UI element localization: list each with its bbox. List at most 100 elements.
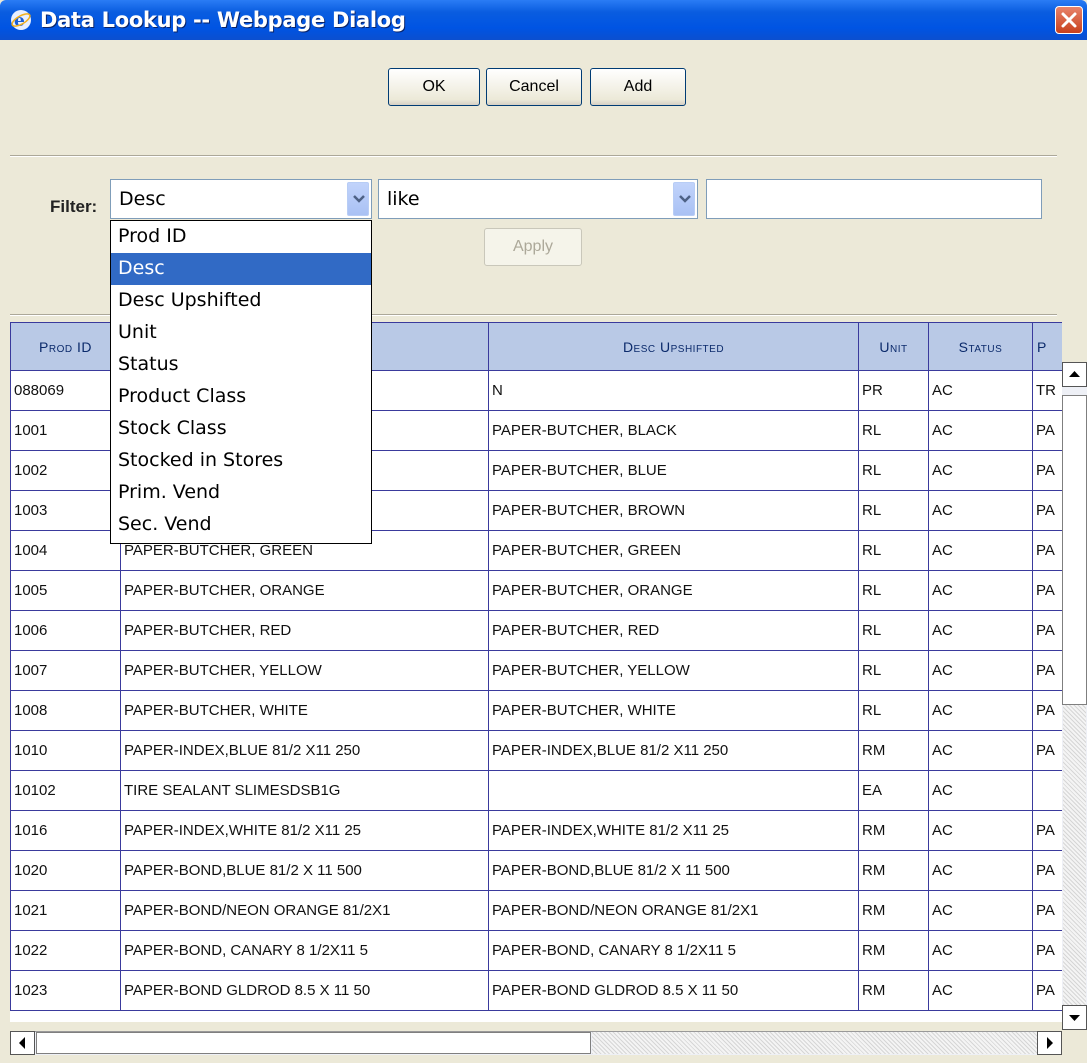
table-row[interactable]: 1010 PAPER-INDEX,BLUE 81/2 X11 250 PAPER-I… — [10, 730, 1062, 771]
desc-upshifted-cell: PAPER-BOND,BLUE 81/2 X 11 500 — [488, 850, 859, 891]
filter-operator-value: like — [387, 188, 420, 210]
apply-button[interactable]: Apply — [484, 228, 582, 266]
status-cell: AC — [928, 770, 1033, 811]
desc-upshifted-cell: PAPER-INDEX,WHITE 81/2 X11 25 — [488, 810, 859, 851]
table-row[interactable]: 1020 PAPER-BOND,BLUE 81/2 X 11 500 PAPER-B… — [10, 850, 1062, 891]
table-row[interactable]: 1006 PAPER-BUTCHER, RED PAPER-BUTCHER, RED… — [10, 610, 1062, 651]
status-cell: AC — [928, 610, 1033, 651]
filter-value-input[interactable] — [706, 179, 1042, 219]
desc-upshifted-cell — [488, 770, 859, 811]
dropdown-option-status[interactable]: Status — [111, 349, 371, 381]
product-class-cell: PA — [1032, 570, 1062, 611]
unit-cell: RL — [858, 450, 929, 491]
scroll-down-button[interactable] — [1062, 1005, 1087, 1030]
table-row[interactable]: 1023 PAPER-BOND GLDROD 8.5 X 11 50 PAPER-B… — [10, 970, 1062, 1011]
prod-id-cell: 1006 — [10, 610, 121, 651]
desc-upshifted-cell: PAPER-BOND/NEON ORANGE 81/2X1 — [488, 890, 859, 931]
filter-field-dropdown[interactable]: Prod ID Desc Desc Upshifted Unit Status … — [110, 220, 372, 544]
arrow-right-icon — [1047, 1037, 1053, 1049]
dropdown-option-prod-id[interactable]: Prod ID — [111, 221, 371, 253]
desc-cell: PAPER-BUTCHER, WHITE — [120, 690, 489, 731]
dropdown-option-stock-class[interactable]: Stock Class — [111, 413, 371, 445]
filter-field-select[interactable]: Desc — [110, 179, 372, 219]
scroll-left-button[interactable] — [10, 1031, 35, 1055]
scroll-right-button[interactable] — [1037, 1031, 1062, 1055]
status-cell: AC — [928, 930, 1033, 971]
ok-button[interactable]: OK — [388, 68, 480, 106]
desc-upshifted-cell: PAPER-BUTCHER, YELLOW — [488, 650, 859, 691]
horizontal-scroll-thumb[interactable] — [36, 1032, 591, 1054]
prod-id-cell: 1016 — [10, 810, 121, 851]
window-title: Data Lookup -- Webpage Dialog — [40, 8, 406, 32]
unit-cell: RL — [858, 610, 929, 651]
column-header-prod-id[interactable]: Prod ID — [10, 322, 121, 371]
table-row[interactable]: 1005 PAPER-BUTCHER, ORANGE PAPER-BUTCHER, … — [10, 570, 1062, 611]
table-row[interactable]: 1008 PAPER-BUTCHER, WHITE PAPER-BUTCHER, W… — [10, 690, 1062, 731]
divider-top — [10, 155, 1057, 157]
column-header-desc-upshifted[interactable]: Desc Upshifted — [488, 322, 859, 371]
cancel-button[interactable]: Cancel — [486, 68, 582, 106]
desc-upshifted-cell: PAPER-INDEX,BLUE 81/2 X11 250 — [488, 730, 859, 771]
status-cell: AC — [928, 370, 1033, 411]
table-row[interactable]: 1007 PAPER-BUTCHER, YELLOW PAPER-BUTCHER, … — [10, 650, 1062, 691]
add-button[interactable]: Add — [590, 68, 686, 106]
product-class-cell: PA — [1032, 530, 1062, 571]
table-row[interactable]: 1016 PAPER-INDEX,WHITE 81/2 X11 25 PAPER-I… — [10, 810, 1062, 851]
desc-cell: PAPER-INDEX,BLUE 81/2 X11 250 — [120, 730, 489, 771]
desc-cell: PAPER-BUTCHER, RED — [120, 610, 489, 651]
prod-id-cell: 1007 — [10, 650, 121, 691]
desc-upshifted-cell: PAPER-BOND, CANARY 8 1/2X11 5 — [488, 930, 859, 971]
dropdown-option-desc[interactable]: Desc — [111, 253, 371, 285]
horizontal-scroll-track[interactable] — [592, 1032, 1037, 1054]
table-row[interactable]: 1022 PAPER-BOND, CANARY 8 1/2X11 5 PAPER-B… — [10, 930, 1062, 971]
dropdown-option-sec-vend[interactable]: Sec. Vend — [111, 509, 371, 541]
filter-label: Filter: — [50, 197, 98, 216]
filter-operator-select[interactable]: like — [378, 179, 698, 219]
desc-cell: PAPER-BUTCHER, ORANGE — [120, 570, 489, 611]
product-class-cell: PA — [1032, 650, 1062, 691]
column-header-unit[interactable]: Unit — [858, 322, 929, 371]
vertical-scroll-thumb[interactable] — [1062, 395, 1087, 705]
desc-upshifted-cell: PAPER-BUTCHER, BROWN — [488, 490, 859, 531]
close-icon — [1061, 12, 1077, 28]
status-cell: AC — [928, 810, 1033, 851]
dropdown-option-product-class[interactable]: Product Class — [111, 381, 371, 413]
status-cell: AC — [928, 970, 1033, 1011]
internet-explorer-icon: e — [11, 10, 31, 31]
product-class-cell: PA — [1032, 490, 1062, 531]
desc-upshifted-cell: PAPER-BUTCHER, GREEN — [488, 530, 859, 571]
column-header-status[interactable]: Status — [928, 322, 1033, 371]
column-header-product-class[interactable]: P — [1032, 322, 1062, 371]
dropdown-option-prim-vend[interactable]: Prim. Vend — [111, 477, 371, 509]
dropdown-option-stocked-in-stores[interactable]: Stocked in Stores — [111, 445, 371, 477]
desc-cell: PAPER-BOND GLDROD 8.5 X 11 50 — [120, 970, 489, 1011]
status-cell: AC — [928, 530, 1033, 571]
prod-id-cell: 088069 — [10, 370, 121, 411]
scroll-up-button[interactable] — [1062, 362, 1087, 387]
dropdown-option-desc-upshifted[interactable]: Desc Upshifted — [111, 285, 371, 317]
unit-cell: EA — [858, 770, 929, 811]
arrow-down-icon — [1069, 1015, 1080, 1021]
desc-cell: PAPER-INDEX,WHITE 81/2 X11 25 — [120, 810, 489, 851]
dropdown-option-unit[interactable]: Unit — [111, 317, 371, 349]
table-row[interactable]: 10102 TIRE SEALANT SLIMESDSB1G EA AC — [10, 770, 1062, 811]
close-button[interactable] — [1055, 6, 1083, 34]
desc-upshifted-cell: PAPER-BUTCHER, BLUE — [488, 450, 859, 491]
chevron-down-icon[interactable] — [673, 182, 695, 216]
status-cell: AC — [928, 730, 1033, 771]
table-row[interactable]: 1021 PAPER-BOND/NEON ORANGE 81/2X1 PAPER-B… — [10, 890, 1062, 931]
arrow-up-icon — [1069, 371, 1080, 377]
unit-cell: RM — [858, 890, 929, 931]
product-class-cell: PA — [1032, 970, 1062, 1011]
status-cell: AC — [928, 450, 1033, 491]
status-cell: AC — [928, 570, 1033, 611]
vertical-scroll-track[interactable] — [1063, 705, 1086, 1030]
product-class-cell: PA — [1032, 610, 1062, 651]
unit-cell: RM — [858, 730, 929, 771]
product-class-cell: PA — [1032, 410, 1062, 451]
desc-upshifted-cell: PAPER-BUTCHER, RED — [488, 610, 859, 651]
chevron-down-icon[interactable] — [347, 182, 369, 216]
unit-cell: RM — [858, 970, 929, 1011]
unit-cell: RL — [858, 410, 929, 451]
product-class-cell: PA — [1032, 810, 1062, 851]
